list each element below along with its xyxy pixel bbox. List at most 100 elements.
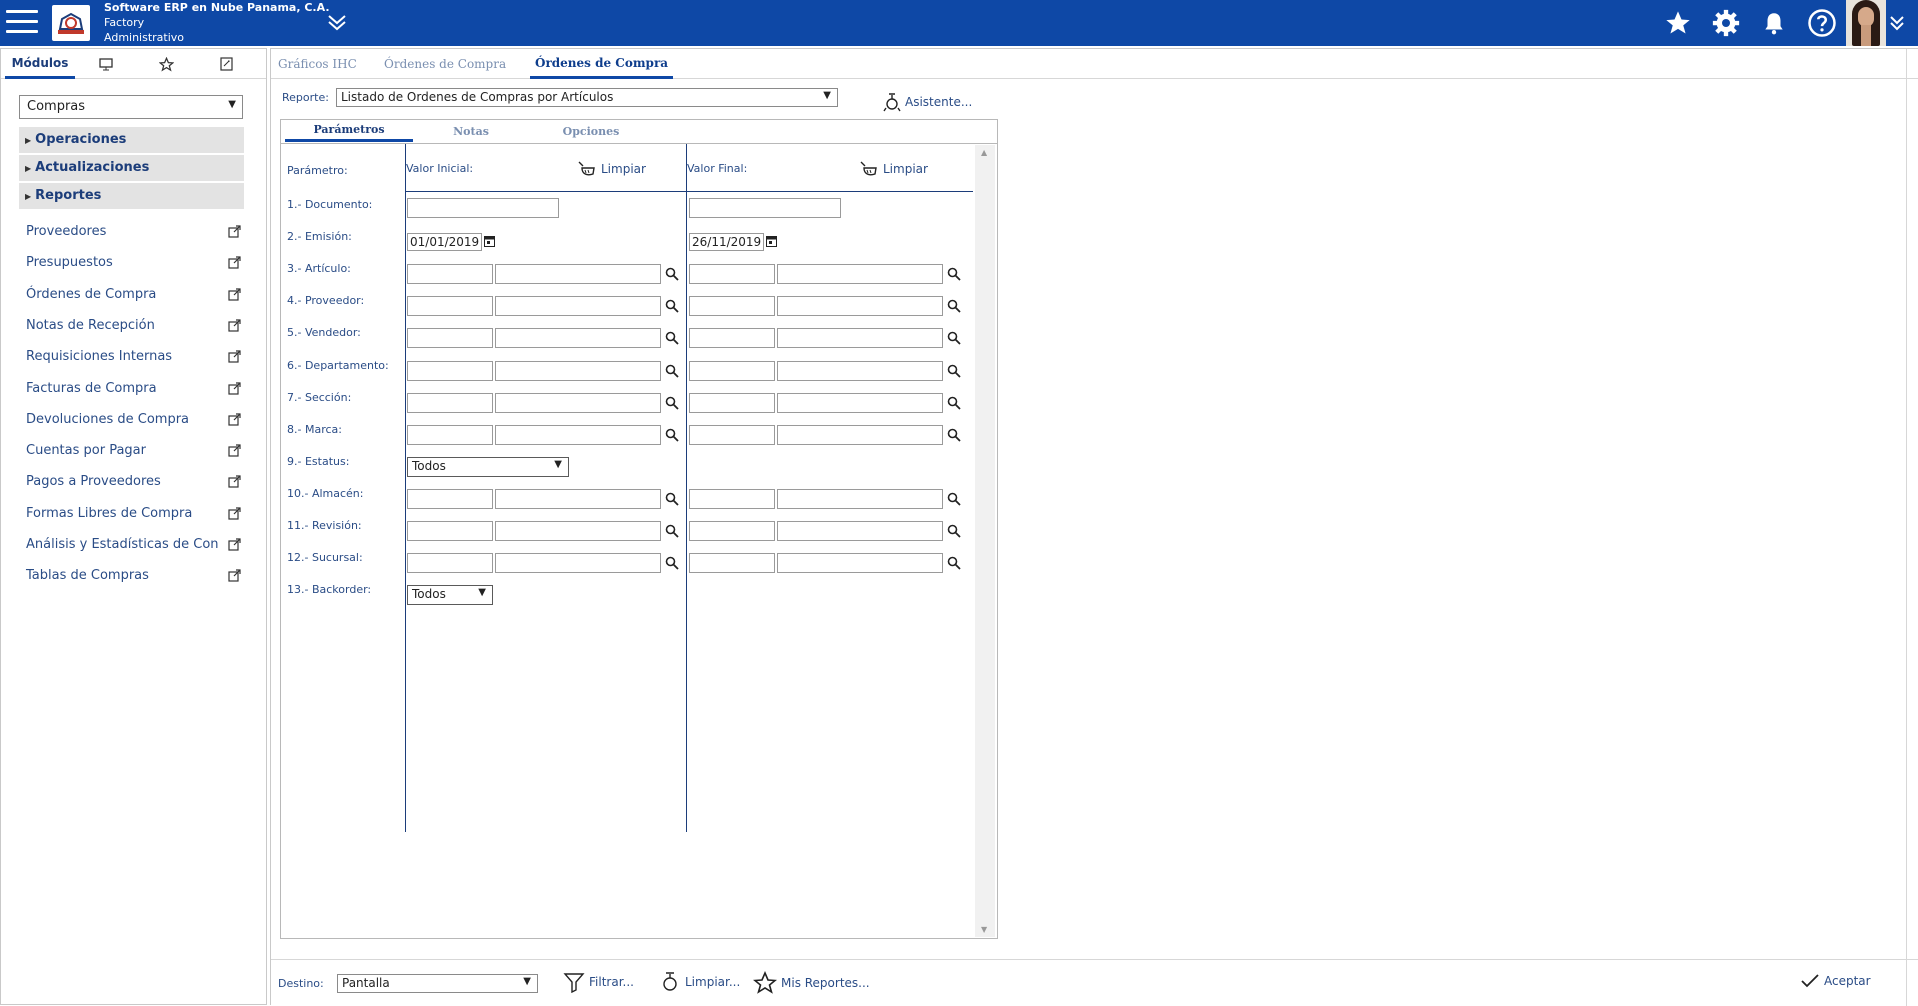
tab-graficos-ihc[interactable]: Gráficos IHC: [278, 49, 357, 79]
section-actualizaciones[interactable]: ▶ Actualizaciones: [19, 155, 244, 182]
search-icon[interactable]: [665, 299, 679, 316]
external-link-icon[interactable]: [228, 538, 241, 555]
search-icon[interactable]: [665, 524, 679, 541]
param-initial-desc-input[interactable]: [495, 521, 661, 541]
settings-gear-icon[interactable]: [1702, 0, 1750, 46]
wizard-button[interactable]: Asistente...: [883, 92, 972, 112]
tab-ordenes-compra-1[interactable]: Órdenes de Compra: [384, 49, 506, 79]
search-icon[interactable]: [947, 428, 961, 445]
tab-reports[interactable]: [211, 49, 241, 79]
search-icon[interactable]: [947, 396, 961, 413]
user-avatar[interactable]: [1846, 0, 1886, 46]
vertical-scrollbar[interactable]: ▲ ▼: [975, 145, 995, 937]
param-initial-code-input[interactable]: [407, 328, 493, 349]
param-initial-desc-input[interactable]: [495, 392, 661, 413]
tab-parametros[interactable]: Parámetros: [285, 120, 413, 142]
param-final-desc-input[interactable]: [777, 521, 943, 541]
sidebar-link[interactable]: Proveedores: [26, 224, 241, 244]
estatus-select[interactable]: Todos ▼: [407, 456, 569, 477]
tab-ordenes-compra-active[interactable]: Órdenes de Compra: [530, 49, 674, 79]
search-icon[interactable]: [947, 524, 961, 541]
tab-desktop[interactable]: [91, 49, 121, 79]
param-final-desc-input[interactable]: [777, 424, 943, 445]
param-final-code-input[interactable]: [689, 392, 775, 413]
scroll-down-icon[interactable]: ▼: [981, 925, 987, 934]
sidebar-link[interactable]: Pagos a Proveedores: [26, 474, 241, 494]
param-initial-desc-input[interactable]: [495, 424, 661, 445]
documento-final-input[interactable]: [689, 198, 841, 218]
param-final-code-input[interactable]: [689, 553, 775, 574]
scroll-up-icon[interactable]: ▲: [981, 148, 987, 157]
sidebar-link[interactable]: Facturas de Compra: [26, 381, 241, 401]
favorites-star-icon[interactable]: [1654, 0, 1702, 46]
section-operaciones[interactable]: ▶ Operaciones: [19, 127, 244, 154]
chevron-down-icon[interactable]: [326, 12, 348, 35]
sidebar-link[interactable]: Formas Libres de Compra: [26, 506, 241, 526]
external-link-icon[interactable]: [228, 569, 241, 586]
param-final-desc-input[interactable]: [777, 553, 943, 574]
param-final-code-input[interactable]: [689, 328, 775, 349]
param-initial-desc-input[interactable]: [495, 328, 661, 349]
param-initial-desc-input[interactable]: [495, 488, 661, 509]
sidebar-link[interactable]: Cuentas por Pagar: [26, 443, 241, 463]
sidebar-link[interactable]: Presupuestos: [26, 255, 241, 275]
param-final-code-input[interactable]: [689, 264, 775, 285]
search-icon[interactable]: [947, 556, 961, 573]
external-link-icon[interactable]: [228, 507, 241, 524]
documento-initial-input[interactable]: [407, 198, 559, 218]
param-final-code-input[interactable]: [689, 296, 775, 317]
footer-clear-button[interactable]: Limpiar...: [659, 971, 740, 993]
search-icon[interactable]: [947, 364, 961, 381]
tab-modules[interactable]: Módulos: [5, 49, 75, 79]
external-link-icon[interactable]: [228, 350, 241, 367]
search-icon[interactable]: [665, 492, 679, 509]
param-initial-code-input[interactable]: [407, 553, 493, 574]
user-menu-chevron-icon[interactable]: [1886, 0, 1908, 46]
external-link-icon[interactable]: [228, 413, 241, 430]
accept-button[interactable]: Aceptar: [1800, 973, 1871, 989]
param-final-desc-input[interactable]: [777, 264, 943, 285]
param-final-desc-input[interactable]: [777, 328, 943, 349]
param-initial-desc-input[interactable]: [495, 553, 661, 574]
param-final-desc-input[interactable]: [777, 488, 943, 509]
notifications-bell-icon[interactable]: [1750, 0, 1798, 46]
param-final-code-input[interactable]: [689, 360, 775, 381]
report-select[interactable]: Listado de Ordenes de Compras por Artícu…: [336, 88, 838, 107]
param-initial-code-input[interactable]: [407, 296, 493, 317]
destino-select[interactable]: Pantalla ▼: [337, 974, 538, 993]
search-icon[interactable]: [947, 492, 961, 509]
param-final-desc-input[interactable]: [777, 296, 943, 317]
tab-favorites[interactable]: [151, 49, 181, 79]
param-final-desc-input[interactable]: [777, 360, 943, 381]
date-value[interactable]: 01/01/2019: [407, 233, 483, 252]
tab-notas[interactable]: Notas: [421, 120, 521, 142]
external-link-icon[interactable]: [228, 444, 241, 461]
external-link-icon[interactable]: [228, 319, 241, 336]
external-link-icon[interactable]: [228, 475, 241, 492]
menu-icon[interactable]: [6, 10, 38, 36]
my-reports-button[interactable]: Mis Reportes...: [753, 971, 870, 995]
external-link-icon[interactable]: [228, 287, 241, 305]
section-reportes[interactable]: ▶ Reportes: [19, 183, 244, 210]
param-initial-desc-input[interactable]: [495, 296, 661, 317]
backorder-select[interactable]: Todos ▼: [407, 585, 493, 606]
sidebar-link[interactable]: Notas de Recepción: [26, 318, 241, 338]
param-final-code-input[interactable]: [689, 424, 775, 445]
emision-initial-date[interactable]: 01/01/2019: [407, 233, 496, 252]
sidebar-link[interactable]: Análisis y Estadísticas de Con: [26, 537, 241, 557]
search-icon[interactable]: [947, 267, 961, 284]
param-final-desc-input[interactable]: [777, 392, 943, 413]
clear-initial-button[interactable]: Limpiar: [577, 160, 646, 178]
sidebar-link[interactable]: Requisiciones Internas: [26, 349, 241, 369]
param-initial-code-input[interactable]: [407, 424, 493, 445]
param-final-code-input[interactable]: [689, 488, 775, 509]
search-icon[interactable]: [665, 556, 679, 573]
clear-final-button[interactable]: Limpiar: [859, 160, 928, 178]
param-initial-desc-input[interactable]: [495, 264, 661, 285]
param-final-code-input[interactable]: [689, 521, 775, 541]
search-icon[interactable]: [665, 331, 679, 348]
search-icon[interactable]: [665, 428, 679, 445]
param-initial-code-input[interactable]: [407, 392, 493, 413]
calendar-icon[interactable]: [484, 235, 496, 250]
external-link-icon[interactable]: [228, 256, 241, 273]
